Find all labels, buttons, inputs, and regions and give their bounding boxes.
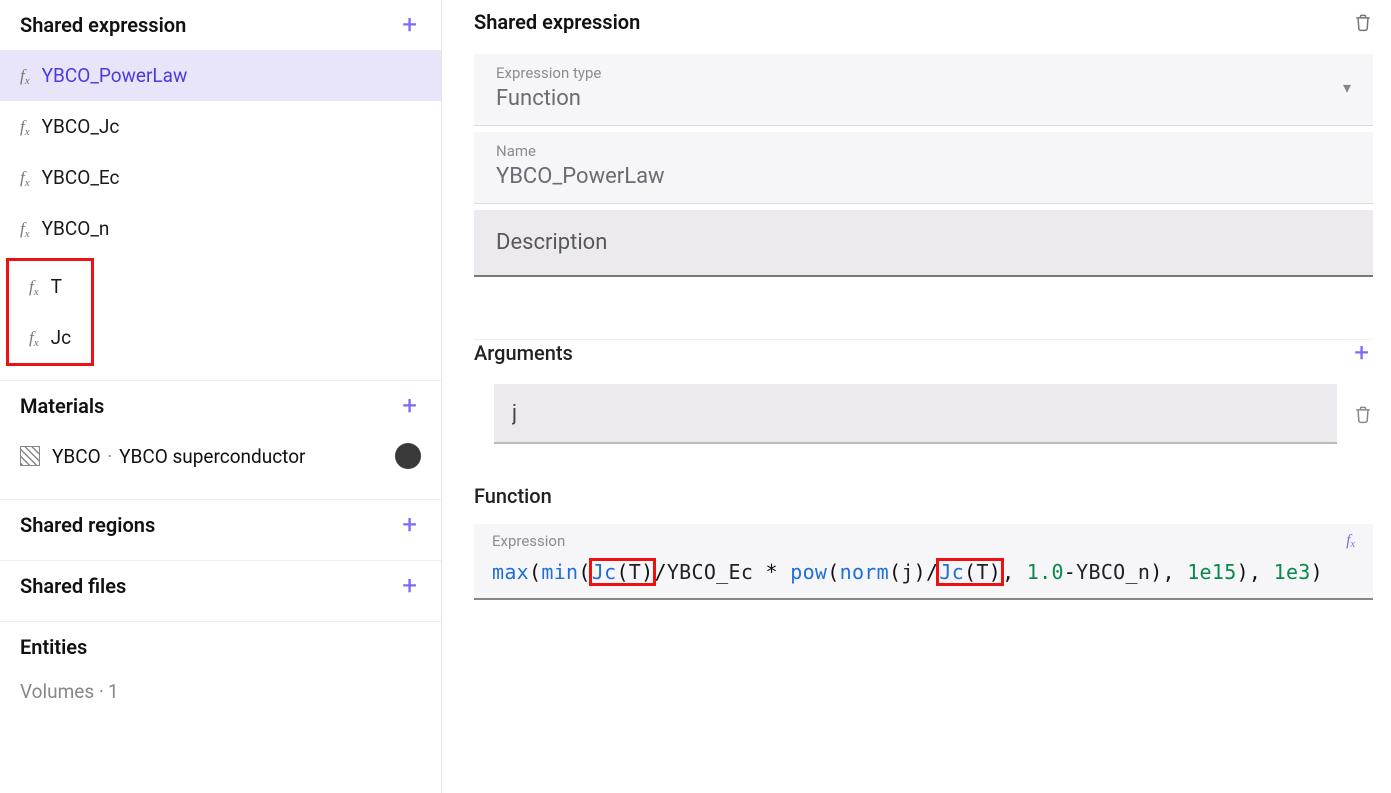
fx-icon: fx xyxy=(29,277,39,297)
page-title: Shared expression xyxy=(474,10,640,34)
token-id-ybco-ec: YBCO_Ec xyxy=(667,560,753,584)
fx-icon: fx xyxy=(20,219,30,239)
expression-label: YBCO_PowerLaw xyxy=(42,64,188,87)
name-label: Name xyxy=(496,142,1351,160)
shared-regions-title: Shared regions xyxy=(20,513,155,537)
shared-expression-title: Shared expression xyxy=(20,13,186,37)
entities-volumes-row[interactable]: Volumes ·1 xyxy=(0,672,441,703)
expression-type-value: Function xyxy=(496,86,601,111)
expression-type-label: Expression type xyxy=(496,64,601,82)
expression-label: Expression xyxy=(492,532,565,550)
token-num-1e15: 1e15 xyxy=(1187,560,1236,584)
material-short: YBCO xyxy=(52,445,101,468)
add-region-button[interactable]: + xyxy=(398,512,421,538)
material-label: YBCO · YBCO superconductor xyxy=(52,445,305,468)
expression-type-field[interactable]: Expression type Function ▾ xyxy=(474,54,1373,126)
expression-code[interactable]: max(min(Jc(T)/YBCO_Ec * pow(norm(j)/Jc(T… xyxy=(492,556,1355,590)
token-fn-jc: Jc xyxy=(939,560,964,584)
token-id-j: j xyxy=(901,560,913,584)
expression-label: YBCO_Ec xyxy=(42,166,120,189)
highlight-annotation: fx T fx Jc xyxy=(6,258,94,366)
delete-argument-button[interactable] xyxy=(1353,403,1373,425)
fx-icon[interactable]: fx xyxy=(1346,532,1355,550)
material-full: YBCO superconductor xyxy=(119,445,305,468)
materials-header: Materials + xyxy=(0,381,441,431)
main-header: Shared expression xyxy=(474,0,1373,54)
arguments-title: Arguments xyxy=(474,341,573,365)
function-section: Function Expression fx max(min(Jc(T)/YBC… xyxy=(474,484,1373,600)
shared-files-title: Shared files xyxy=(20,574,126,598)
entities-volumes-label: Volumes xyxy=(20,680,94,703)
token-id-t: T xyxy=(976,560,988,584)
name-value: YBCO_PowerLaw xyxy=(496,164,1351,189)
token-num-one: 1.0 xyxy=(1027,560,1064,584)
token-fn-pow: pow xyxy=(790,560,827,584)
sidebar: Shared expression + fx YBCO_PowerLaw fx … xyxy=(0,0,442,793)
expression-item-ybco-jc[interactable]: fx YBCO_Jc xyxy=(0,101,441,152)
expression-editor[interactable]: Expression fx max(min(Jc(T)/YBCO_Ec * po… xyxy=(474,524,1373,600)
token-fn-norm: norm xyxy=(840,560,889,584)
description-placeholder: Description xyxy=(496,230,1351,255)
highlight-annotation: Jc(T) xyxy=(938,560,1002,584)
token-num-1e3: 1e3 xyxy=(1274,560,1311,584)
expression-label: YBCO_Jc xyxy=(42,115,120,138)
token-fn-max: max xyxy=(492,560,529,584)
add-material-button[interactable]: + xyxy=(398,393,421,419)
materials-title: Materials xyxy=(20,394,104,418)
expression-item-jc[interactable]: fx Jc xyxy=(9,312,91,363)
expression-item-ybco-powerlaw[interactable]: fx YBCO_PowerLaw xyxy=(0,50,441,101)
add-file-button[interactable]: + xyxy=(398,573,421,599)
entities-header: Entities xyxy=(0,622,441,672)
material-swatch-icon xyxy=(20,446,40,466)
chevron-down-icon: ▾ xyxy=(1343,78,1351,97)
expression-item-t[interactable]: fx T xyxy=(9,261,91,312)
shared-regions-header: Shared regions + xyxy=(0,500,441,550)
add-argument-button[interactable]: + xyxy=(1350,340,1373,366)
expression-item-ybco-ec[interactable]: fx YBCO_Ec xyxy=(0,152,441,203)
highlight-annotation: Jc(T) xyxy=(591,560,655,584)
token-id-ybco-n: YBCO_n xyxy=(1076,560,1150,584)
token-id-t: T xyxy=(629,560,641,584)
shared-files-header: Shared files + xyxy=(0,561,441,611)
token-fn-min: min xyxy=(541,560,578,584)
material-color-swatch[interactable] xyxy=(395,443,421,469)
argument-row xyxy=(494,384,1373,444)
function-title: Function xyxy=(474,484,1373,508)
add-expression-button[interactable]: + xyxy=(398,12,421,38)
entities-volumes-count: 1 xyxy=(108,680,119,703)
material-item-ybco[interactable]: YBCO · YBCO superconductor xyxy=(0,431,441,489)
argument-input[interactable] xyxy=(494,384,1337,444)
fx-icon: fx xyxy=(20,66,30,86)
arguments-section: Arguments + xyxy=(474,327,1373,444)
delete-expression-button[interactable] xyxy=(1353,11,1373,33)
expression-list: fx YBCO_PowerLaw fx YBCO_Jc fx YBCO_Ec f… xyxy=(0,50,441,370)
entities-title: Entities xyxy=(20,635,87,659)
main-panel: Shared expression Expression type Functi… xyxy=(442,0,1391,793)
token-fn-jc: Jc xyxy=(592,560,617,584)
expression-label: YBCO_n xyxy=(42,217,110,240)
expression-label: T xyxy=(51,275,62,298)
description-field[interactable]: Description xyxy=(474,210,1373,277)
expression-label: Jc xyxy=(51,326,71,349)
expression-item-ybco-n[interactable]: fx YBCO_n xyxy=(0,203,441,254)
fx-icon: fx xyxy=(20,168,30,188)
name-field[interactable]: Name YBCO_PowerLaw xyxy=(474,132,1373,204)
fx-icon: fx xyxy=(29,328,39,348)
shared-expression-header: Shared expression + xyxy=(0,0,441,50)
fx-icon: fx xyxy=(20,117,30,137)
